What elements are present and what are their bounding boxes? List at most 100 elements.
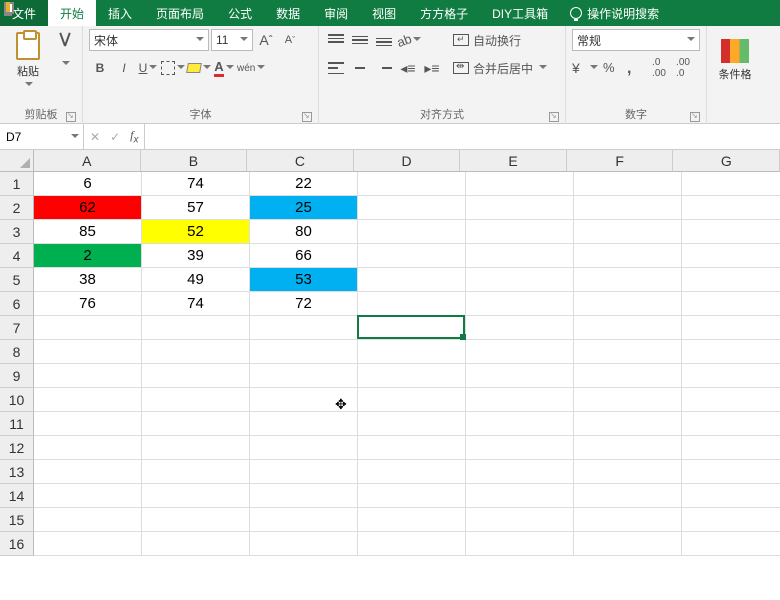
align-middle-button[interactable] <box>349 29 371 51</box>
cancel-button[interactable]: ✕ <box>90 130 100 144</box>
cell[interactable] <box>466 292 574 316</box>
cell[interactable] <box>574 292 682 316</box>
paste-button[interactable]: 粘贴 <box>6 29 50 91</box>
percent-button[interactable] <box>600 57 622 79</box>
cell[interactable]: 57 <box>142 196 250 220</box>
cell[interactable] <box>574 244 682 268</box>
cell[interactable]: 39 <box>142 244 250 268</box>
cell[interactable] <box>682 508 780 532</box>
tell-me-search[interactable]: 操作说明搜索 <box>560 0 669 26</box>
cell[interactable] <box>682 460 780 484</box>
cell[interactable] <box>142 364 250 388</box>
cell[interactable] <box>466 532 574 556</box>
row-header-2[interactable]: 2 <box>0 196 34 220</box>
col-header-E[interactable]: E <box>460 150 567 172</box>
number-format-select[interactable]: 常规 <box>572 29 700 51</box>
col-header-D[interactable]: D <box>354 150 461 172</box>
tab-view[interactable]: 视图 <box>360 0 408 26</box>
increase-decimal-button[interactable]: .0.00 <box>648 57 670 79</box>
copy-button[interactable] <box>54 53 76 75</box>
cell[interactable] <box>358 172 466 196</box>
fx-button[interactable]: fx <box>130 128 138 145</box>
underline-button[interactable]: U <box>137 57 159 79</box>
cell[interactable] <box>574 340 682 364</box>
col-header-A[interactable]: A <box>34 150 141 172</box>
cell[interactable] <box>466 196 574 220</box>
cell[interactable] <box>358 436 466 460</box>
cell[interactable] <box>34 460 142 484</box>
cell[interactable]: 66 <box>250 244 358 268</box>
row-headers[interactable]: 12345678910111213141516 <box>0 172 34 556</box>
cell[interactable] <box>574 484 682 508</box>
cell[interactable] <box>574 508 682 532</box>
row-header-13[interactable]: 13 <box>0 460 34 484</box>
col-header-B[interactable]: B <box>141 150 248 172</box>
comma-button[interactable] <box>624 57 646 79</box>
cell[interactable]: 76 <box>34 292 142 316</box>
tab-data[interactable]: 数据 <box>264 0 312 26</box>
tab-ffgz[interactable]: 方方格子 <box>408 0 480 26</box>
cell[interactable] <box>142 340 250 364</box>
decrease-font-button[interactable]: Aˇ <box>279 29 301 51</box>
cell[interactable] <box>574 220 682 244</box>
cell[interactable] <box>574 268 682 292</box>
row-header-12[interactable]: 12 <box>0 436 34 460</box>
row-header-6[interactable]: 6 <box>0 292 34 316</box>
cell[interactable] <box>358 412 466 436</box>
merge-center-button[interactable]: 合并后居中 <box>453 57 559 79</box>
cell[interactable] <box>358 460 466 484</box>
cell[interactable]: 22 <box>250 172 358 196</box>
cell[interactable] <box>142 316 250 340</box>
cell[interactable] <box>682 316 780 340</box>
cell[interactable] <box>574 436 682 460</box>
cell[interactable]: 62 <box>34 196 142 220</box>
cell[interactable] <box>358 532 466 556</box>
cell[interactable] <box>466 436 574 460</box>
row-header-11[interactable]: 11 <box>0 412 34 436</box>
cell[interactable]: 53 <box>250 268 358 292</box>
cell[interactable]: 74 <box>142 292 250 316</box>
name-box[interactable]: D7 <box>0 124 84 149</box>
cell[interactable] <box>358 316 466 340</box>
cell[interactable] <box>250 460 358 484</box>
cut-button[interactable] <box>54 29 76 51</box>
cell[interactable] <box>574 460 682 484</box>
font-size-select[interactable]: 11 <box>211 29 253 51</box>
select-all-corner[interactable] <box>0 150 34 172</box>
cell[interactable]: 72 <box>250 292 358 316</box>
col-header-G[interactable]: G <box>673 150 780 172</box>
cell[interactable] <box>358 508 466 532</box>
col-header-F[interactable]: F <box>567 150 674 172</box>
cell[interactable] <box>682 172 780 196</box>
cell[interactable] <box>250 436 358 460</box>
cell[interactable] <box>34 508 142 532</box>
enter-button[interactable]: ✓ <box>110 130 120 144</box>
cell[interactable] <box>142 532 250 556</box>
cell[interactable] <box>466 484 574 508</box>
font-color-button[interactable]: A <box>213 57 235 79</box>
cell[interactable]: 6 <box>34 172 142 196</box>
font-name-select[interactable]: 宋体 <box>89 29 209 51</box>
cell[interactable] <box>34 436 142 460</box>
cell[interactable] <box>682 244 780 268</box>
cell[interactable] <box>574 532 682 556</box>
cell[interactable] <box>250 340 358 364</box>
cell[interactable] <box>358 268 466 292</box>
border-button[interactable] <box>161 57 185 79</box>
tab-formulas[interactable]: 公式 <box>216 0 264 26</box>
italic-button[interactable]: I <box>113 57 135 79</box>
align-right-button[interactable] <box>373 57 395 79</box>
cell[interactable] <box>358 220 466 244</box>
spreadsheet-grid[interactable]: ABCDEFG 12345678910111213141516 67422625… <box>0 150 780 600</box>
row-header-16[interactable]: 16 <box>0 532 34 556</box>
tab-home[interactable]: 开始 <box>48 0 96 26</box>
row-header-8[interactable]: 8 <box>0 340 34 364</box>
conditional-format-button[interactable]: 条件格 <box>713 29 757 91</box>
tab-insert[interactable]: 插入 <box>96 0 144 26</box>
cell[interactable] <box>34 316 142 340</box>
cell[interactable] <box>34 340 142 364</box>
cell[interactable] <box>682 268 780 292</box>
cell[interactable] <box>682 196 780 220</box>
increase-indent-button[interactable]: ▸≡ <box>421 57 443 79</box>
cell[interactable] <box>466 340 574 364</box>
